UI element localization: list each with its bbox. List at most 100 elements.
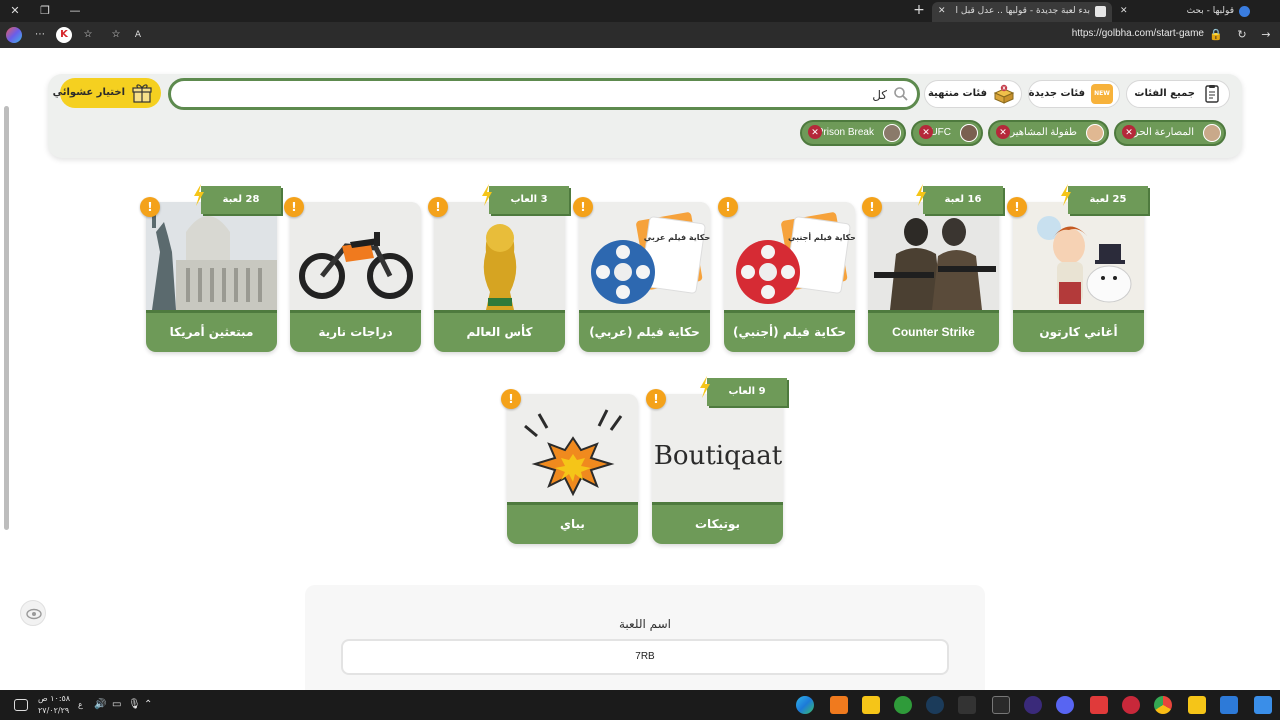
eye-icon: [26, 608, 42, 620]
tab-close-icon[interactable]: ✕: [1120, 2, 1128, 20]
new-tab-icon[interactable]: +: [911, 3, 927, 19]
close-window-icon[interactable]: ✕: [6, 3, 24, 19]
new-categories-button[interactable]: NEW فئات جديدة: [1028, 80, 1120, 108]
category-card-body[interactable]: حكاية فيلم أجنبي حكاية فيلم (أجنبي): [724, 202, 855, 352]
store-icon[interactable]: [1220, 696, 1238, 714]
refresh-icon[interactable]: ↻: [1234, 27, 1250, 43]
search-input[interactable]: [197, 85, 887, 105]
film-card-caption: حكاية فيلم عربي: [644, 233, 710, 242]
games-count-badge: 9 العاب: [707, 378, 787, 406]
category-card-body[interactable]: بباي: [507, 394, 638, 544]
network-icon[interactable]: ▭: [112, 699, 121, 710]
visibility-toggle-button[interactable]: [20, 600, 46, 626]
selected-chip-prison-break[interactable]: Prison Break ✕: [800, 120, 906, 146]
category-card-body[interactable]: Boutiqaat بوتيكات: [652, 394, 783, 544]
browser-tab-bar: ✕ ❐ — + ✕ بدء لعبة جديدة - قولبها .. عدل…: [0, 0, 1280, 22]
selected-chip-celebrity-childhood[interactable]: طفولة المشاهير ✕: [988, 120, 1109, 146]
category-card-body[interactable]: دراجات نارية: [290, 202, 421, 352]
edge-browser-icon[interactable]: [796, 696, 814, 714]
warning-icon[interactable]: !: [862, 197, 882, 217]
game-name-input[interactable]: 7RB: [341, 639, 949, 675]
category-card-baby[interactable]: بباي !: [501, 378, 638, 544]
tab-favicon-icon: [1095, 6, 1106, 17]
category-card-boutiqaat[interactable]: Boutiqaat بوتيكات 9 العاب !: [646, 376, 787, 544]
favorites-icon[interactable]: ☆: [80, 27, 96, 43]
app-x-icon[interactable]: [992, 696, 1010, 714]
all-categories-dropdown[interactable]: جميع الفئات ⌄: [1126, 80, 1230, 108]
warning-icon[interactable]: !: [284, 197, 304, 217]
app-a-icon[interactable]: [830, 696, 848, 714]
app-circle-icon[interactable]: [1122, 696, 1140, 714]
chrome-icon[interactable]: [1154, 696, 1172, 714]
finished-categories-button[interactable]: x فئات منتهية: [924, 80, 1022, 108]
app-red-icon[interactable]: [1090, 696, 1108, 714]
tab-search[interactable]: ✕ قولبها - بحث: [1114, 2, 1256, 22]
warning-icon[interactable]: !: [1007, 197, 1027, 217]
clipboard-icon: [1201, 84, 1223, 104]
category-card-foreign-film[interactable]: حكاية فيلم أجنبي حكاية فيلم (أجنبي) !: [718, 197, 855, 400]
tab-title: بدء لعبة جديدة - قولبها .. عدل قبل ا: [955, 6, 1090, 16]
category-card-body[interactable]: Counter Strike: [868, 202, 999, 352]
tab-close-icon[interactable]: ✕: [938, 2, 946, 20]
category-card-body[interactable]: حكاية فيلم عربي حكاية فيلم (عربي): [579, 202, 710, 352]
games-count-badge: 25 لعبة: [1068, 186, 1148, 214]
file-explorer-icon[interactable]: [1188, 696, 1206, 714]
chip-avatar: [1203, 124, 1221, 142]
category-card-cartoon-songs[interactable]: أغاني كارتون 25 لعبة !: [1007, 184, 1148, 352]
rockstar-icon[interactable]: [862, 696, 880, 714]
warning-icon[interactable]: !: [428, 197, 448, 217]
warning-icon[interactable]: !: [501, 389, 521, 409]
chevron-up-icon[interactable]: ⌃: [144, 699, 152, 710]
warning-icon[interactable]: !: [140, 197, 160, 217]
page-scrollbar[interactable]: [4, 106, 9, 530]
search-favicon-icon: [1239, 6, 1250, 17]
site-info-icon[interactable]: 🔒: [1208, 27, 1224, 43]
chip-remove-icon[interactable]: ✕: [808, 125, 822, 139]
microphone-icon[interactable]: 🎙: [128, 699, 141, 710]
read-aloud-icon[interactable]: A: [130, 27, 146, 43]
chip-remove-icon[interactable]: ✕: [1122, 125, 1136, 139]
windows-start-icon[interactable]: [1254, 696, 1272, 714]
xbox-icon[interactable]: [894, 696, 912, 714]
filter-bar: جميع الفئات ⌄ NEW فئات جديدة x فئات منته…: [48, 74, 1242, 158]
category-card-us-scholarship[interactable]: مبتعثين أمريكا 28 لعبة !: [140, 184, 281, 352]
category-card-world-cup[interactable]: كأس العالم 3 العاب !: [428, 184, 569, 352]
add-favorite-icon[interactable]: ☆: [108, 27, 124, 43]
random-pick-button[interactable]: اختيار عشوائي: [53, 78, 161, 108]
selected-chip-wrestling[interactable]: المصارعة الحرة ✕: [1114, 120, 1226, 146]
category-card-body[interactable]: أغاني كارتون: [1013, 202, 1144, 352]
input-language[interactable]: ع: [78, 700, 83, 709]
volume-icon[interactable]: 🔊: [94, 699, 106, 710]
chip-remove-icon[interactable]: ✕: [919, 125, 933, 139]
forward-icon[interactable]: →: [1258, 27, 1274, 43]
category-card-motorcycles[interactable]: دراجات نارية !: [284, 186, 421, 352]
category-card-body[interactable]: مبتعثين أمريكا: [146, 202, 277, 352]
category-card-counter-strike[interactable]: Counter Strike 16 لعبة !: [862, 184, 1003, 352]
category-card-body[interactable]: كأس العالم: [434, 202, 565, 352]
extension-k-icon[interactable]: K: [56, 27, 72, 43]
warning-icon[interactable]: !: [646, 389, 666, 409]
explosion-image: [507, 394, 638, 502]
world-cup-trophy-image: [434, 202, 565, 310]
copilot-icon[interactable]: [6, 27, 22, 43]
discord-icon[interactable]: [1056, 696, 1074, 714]
selected-chip-ufc[interactable]: UFC ✕: [911, 120, 983, 146]
cartoon-art-image: [1013, 202, 1144, 310]
url-text[interactable]: https://golbha.com/start-game: [1020, 28, 1204, 39]
warning-icon[interactable]: !: [718, 197, 738, 217]
game-name-label: اسم اللعبة: [619, 617, 671, 631]
finished-categories-label: فئات منتهية: [927, 88, 987, 99]
tab-start-game[interactable]: ✕ بدء لعبة جديدة - قولبها .. عدل قبل ا: [932, 2, 1112, 22]
minimize-window-icon[interactable]: —: [66, 3, 84, 19]
game-name-form: اسم اللعبة 7RB: [305, 585, 985, 690]
category-card-arabic-film[interactable]: حكاية فيلم عربي حكاية فيلم (عربي) !: [573, 186, 710, 352]
epic-games-icon[interactable]: [958, 696, 976, 714]
warning-icon[interactable]: !: [573, 197, 593, 217]
media-player-icon[interactable]: [1024, 696, 1042, 714]
steam-icon[interactable]: [926, 696, 944, 714]
restore-window-icon[interactable]: ❐: [36, 3, 54, 19]
category-search-box[interactable]: [168, 78, 920, 110]
more-menu-icon[interactable]: ⋯: [32, 27, 48, 43]
notifications-icon[interactable]: [14, 699, 28, 711]
chip-remove-icon[interactable]: ✕: [996, 125, 1010, 139]
